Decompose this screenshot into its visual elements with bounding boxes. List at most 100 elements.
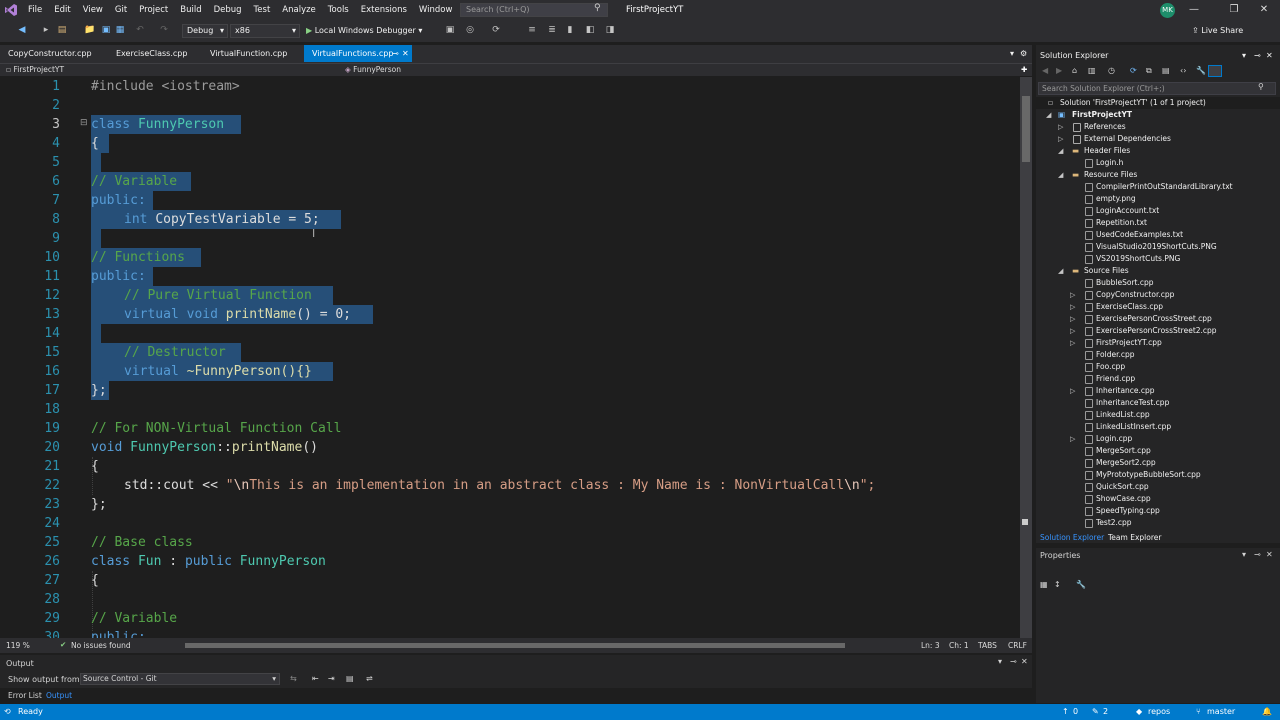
tree-row[interactable] [1036, 517, 1280, 529]
horizontal-scrollbar[interactable] [185, 643, 845, 648]
new-project-icon[interactable]: ▤ [56, 24, 68, 36]
maximize-icon[interactable]: ❐ [1222, 0, 1246, 20]
pending-changes[interactable]: 2 [1103, 704, 1108, 720]
word-wrap-icon[interactable]: ⇌ [366, 674, 373, 683]
expand-icon[interactable]: ✚ [1021, 63, 1031, 76]
tab-team-explorer[interactable]: Team Explorer [1108, 531, 1161, 544]
tree-row[interactable] [1036, 217, 1280, 229]
close-tab-icon[interactable]: ✕ [402, 45, 409, 62]
menu-file[interactable]: File [22, 0, 48, 20]
tree-row[interactable] [1036, 373, 1280, 385]
close-icon[interactable]: ✕ [1266, 48, 1273, 63]
next-icon[interactable]: ⇥ [328, 674, 335, 683]
collapse-icon[interactable]: ⊟ [80, 118, 88, 128]
pin-icon[interactable]: ⊸ [1010, 657, 1017, 666]
sync-icon[interactable]: ⟳ [1130, 66, 1137, 75]
collapse-all-icon[interactable]: ⧉ [1146, 66, 1152, 76]
menu-window[interactable]: Window [413, 0, 459, 20]
tree-row[interactable] [1036, 361, 1280, 373]
preview-toggle-icon[interactable] [1208, 65, 1222, 77]
issues-status[interactable]: No issues found [71, 641, 131, 650]
collapse-icon[interactable]: ◢ [1058, 265, 1063, 277]
menu-build[interactable]: Build [174, 0, 207, 20]
menu-git[interactable]: Git [109, 0, 133, 20]
bookmark-next-icon[interactable]: ◨ [604, 24, 616, 36]
project-scope-select[interactable]: ▫ FirstProjectYT [6, 63, 336, 76]
clear-icon[interactable]: ▤ [346, 674, 354, 683]
expand-icon[interactable]: ▷ [1070, 385, 1075, 397]
expand-icon[interactable]: ◢ [1046, 109, 1051, 121]
diagnostics-icon[interactable]: ◎ [464, 24, 476, 36]
minimize-icon[interactable]: — [1182, 0, 1206, 20]
comment-icon[interactable]: ≣ [546, 24, 558, 36]
member-scope-select[interactable]: ◈ FunnyPerson [345, 63, 680, 76]
alphabetical-icon[interactable]: ↕ [1054, 580, 1061, 589]
close-icon[interactable]: ✕ [1252, 0, 1276, 20]
menu-view[interactable]: View [77, 0, 109, 20]
avatar[interactable]: MK [1160, 3, 1175, 18]
repository-name[interactable]: repos [1148, 704, 1170, 720]
menu-edit[interactable]: Edit [48, 0, 76, 20]
tab-exerciseclass[interactable]: ExerciseClass.cpp [108, 45, 204, 62]
menu-extensions[interactable]: Extensions [355, 0, 413, 20]
search-icon[interactable]: ⚲ [1258, 82, 1264, 91]
output-source-select[interactable]: Source Control - Git ▾ [80, 673, 280, 685]
expand-icon[interactable]: ▷ [1058, 133, 1063, 145]
tree-row[interactable] [1036, 493, 1280, 505]
dropdown-icon[interactable]: ▾ [1242, 550, 1246, 559]
open-folder-icon[interactable]: 📁 [84, 24, 96, 36]
tree-row[interactable] [1036, 349, 1280, 361]
configuration-select[interactable]: Debug ▾ [182, 24, 228, 38]
collapse-icon[interactable]: ◢ [1058, 145, 1063, 157]
zoom-level[interactable]: 119 % [6, 641, 30, 650]
expand-icon[interactable]: ▷ [1070, 433, 1075, 445]
back-icon[interactable]: ◀ [16, 24, 28, 36]
dropdown-icon[interactable]: ▾ [1242, 48, 1246, 63]
project-node[interactable]: FirstProjectYT [1072, 109, 1132, 121]
menu-analyze[interactable]: Analyze [276, 0, 322, 20]
undo-icon[interactable]: ↶ [134, 24, 146, 36]
tab-solution-explorer[interactable]: Solution Explorer [1040, 531, 1104, 544]
pin-icon[interactable]: ⊸ [1254, 48, 1261, 63]
menu-debug[interactable]: Debug [208, 0, 248, 20]
pin-icon[interactable]: ▾ [998, 657, 1002, 666]
save-icon[interactable]: ▣ [100, 24, 112, 36]
solution-search-input[interactable]: Search Solution Explorer (Ctrl+;) [1038, 82, 1276, 95]
search-icon[interactable]: ⚲ [594, 3, 606, 15]
bookmark-icon[interactable]: ▮ [564, 24, 576, 36]
forward-icon[interactable]: ▶ [1056, 66, 1062, 75]
attach-icon[interactable]: ▣ [444, 24, 456, 36]
format-icon[interactable]: ≡ [526, 24, 538, 36]
settings-icon[interactable]: ⚙ [1020, 45, 1030, 62]
tree-row[interactable] [1036, 193, 1280, 205]
search-input[interactable]: Search (Ctrl+Q) [460, 3, 608, 17]
switch-views-icon[interactable]: ▥ [1088, 66, 1096, 75]
home-icon[interactable]: ⌂ [1072, 66, 1077, 75]
categorized-icon[interactable]: ▦ [1040, 580, 1048, 589]
close-icon[interactable]: ✕ [1021, 657, 1028, 666]
properties-icon[interactable]: 🔧 [1196, 66, 1206, 75]
unpushed-commits[interactable]: 0 [1073, 704, 1078, 720]
tree-row[interactable] [1036, 409, 1280, 421]
show-all-files-icon[interactable]: ▤ [1162, 66, 1170, 75]
expand-icon[interactable]: ▷ [1070, 337, 1075, 349]
back-icon[interactable]: ◀ [1042, 66, 1048, 75]
tab-virtualfunctions[interactable]: VirtualFunctions.cpp ⊸ ✕ [304, 45, 412, 62]
bookmark-prev-icon[interactable]: ◧ [584, 24, 596, 36]
line-ending-indicator[interactable]: CRLF [1008, 641, 1027, 650]
property-pages-icon[interactable]: 🔧 [1076, 580, 1086, 589]
scrollbar-thumb[interactable] [1022, 96, 1030, 162]
expand-icon[interactable]: ▷ [1070, 325, 1075, 337]
solution-node[interactable]: Solution 'FirstProjectYT' (1 of 1 projec… [1060, 97, 1206, 109]
tab-output[interactable]: Output [46, 691, 72, 700]
code-editor[interactable]: ⊟ 1 2 3 4 5 6 7 8 9 10 11 12 13 14 15 16… [0, 77, 1020, 638]
tree-row[interactable] [1036, 277, 1280, 289]
menu-test[interactable]: Test [248, 0, 277, 20]
collapse-icon[interactable]: ◢ [1058, 169, 1063, 181]
redo-icon[interactable]: ↷ [158, 24, 170, 36]
menu-project[interactable]: Project [133, 0, 174, 20]
expand-icon[interactable]: ▷ [1070, 301, 1075, 313]
history-icon[interactable]: ◷ [1108, 66, 1115, 75]
notification-icon[interactable]: ⟲ [4, 704, 11, 720]
tree-row[interactable] [1036, 157, 1280, 169]
